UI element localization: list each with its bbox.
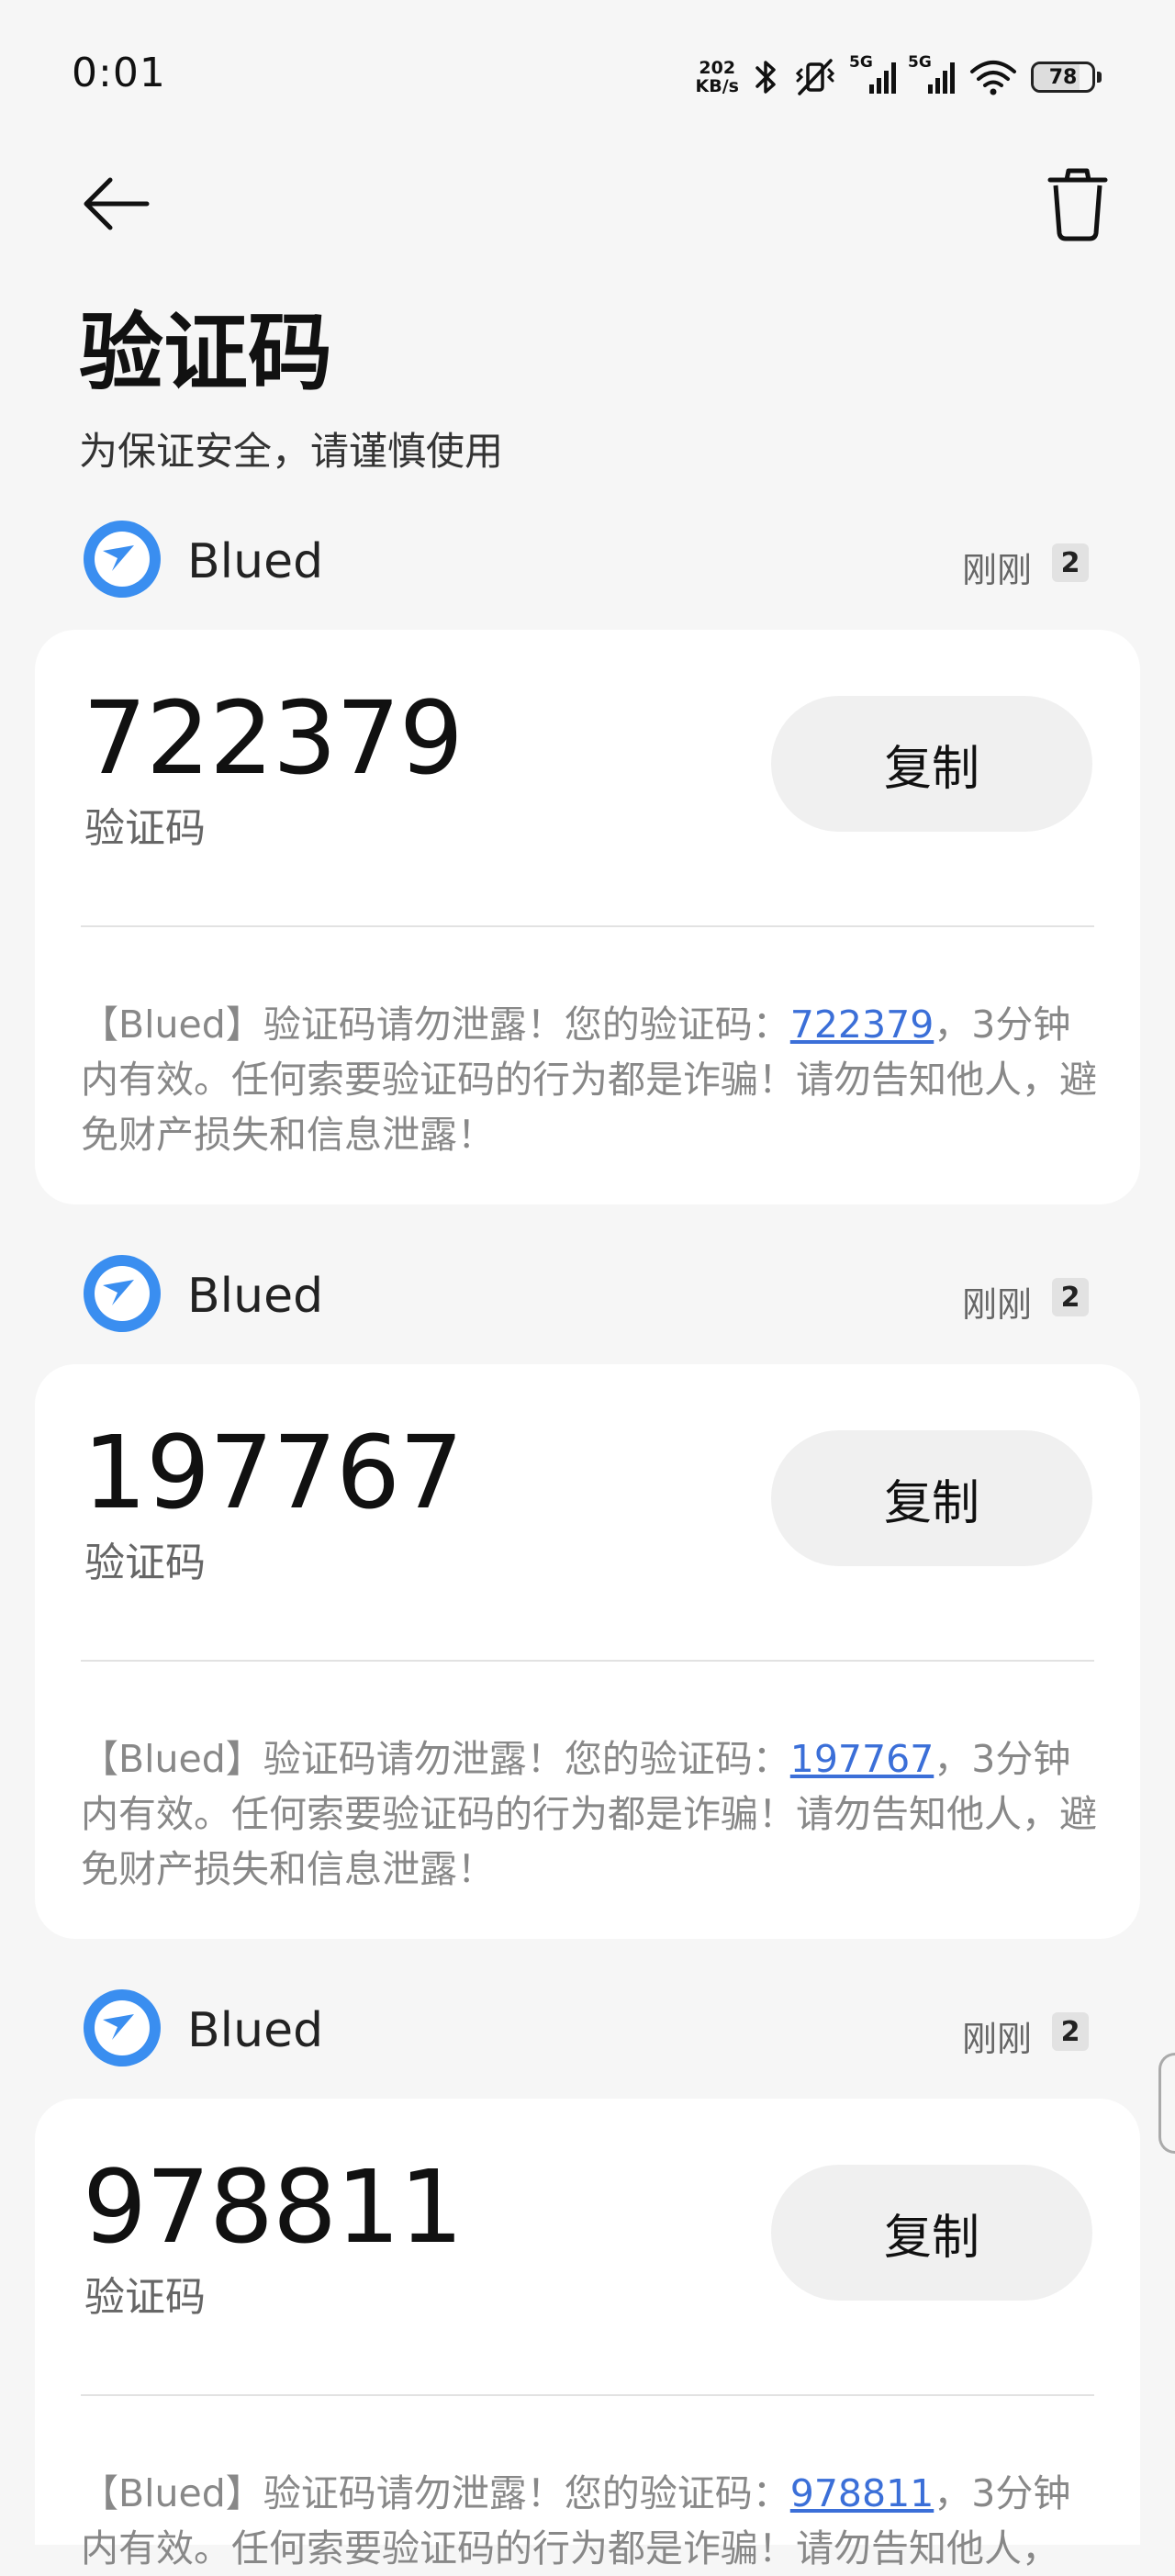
status-time: 0:01 xyxy=(72,50,166,96)
message-text-prefix: 【Blued】验证码请勿泄露！您的验证码： xyxy=(81,1002,790,1047)
divider xyxy=(81,1660,1094,1662)
battery-body: 78 xyxy=(1031,62,1095,93)
edge-scroll-handle[interactable] xyxy=(1158,2053,1175,2154)
status-bar: 0:01 202 KB/s 5G 5G 78 xyxy=(0,0,1175,156)
code-link[interactable]: 978811 xyxy=(790,2471,934,2515)
network-speed: 202 KB/s xyxy=(696,59,739,95)
sender-row: Blued 刚刚 2 xyxy=(0,1981,1175,2073)
code-link[interactable]: 197767 xyxy=(790,1737,934,1781)
battery-level: 78 xyxy=(1048,65,1078,89)
blued-logo-icon xyxy=(84,1989,161,2066)
sender-name: Blued xyxy=(187,534,324,589)
page-title: 验证码 xyxy=(79,304,333,402)
sender-time: 刚刚 xyxy=(961,1284,1032,1325)
signal-2: 5G xyxy=(908,53,956,95)
battery-icon: 78 xyxy=(1031,62,1102,93)
message-count-badge: 2 xyxy=(1052,2012,1089,2051)
code-link[interactable]: 722379 xyxy=(790,1002,934,1047)
message-text: 【Blued】验证码请勿泄露！您的验证码：722379，3分钟内有效。任何索要验… xyxy=(81,997,1100,1162)
divider xyxy=(81,925,1094,927)
sender-row: Blued 刚刚 2 xyxy=(0,1247,1175,1338)
delete-button[interactable] xyxy=(1041,165,1114,242)
code-card: 722379 验证码 复制 【Blued】验证码请勿泄露！您的验证码：72237… xyxy=(35,630,1140,1204)
bluetooth-icon xyxy=(755,61,776,94)
code-label: 验证码 xyxy=(84,2274,206,2321)
message-count-badge: 2 xyxy=(1052,1278,1089,1316)
blued-logo-icon xyxy=(84,1255,161,1332)
mute-vibrate-icon xyxy=(795,59,835,95)
divider xyxy=(81,2394,1094,2396)
signal-2-label: 5G xyxy=(908,53,932,72)
message-text: 【Blued】验证码请勿泄露！您的验证码：197767，3分钟内有效。任何索要验… xyxy=(81,1731,1100,1897)
message-count-badge: 2 xyxy=(1052,543,1089,582)
copy-button[interactable]: 复制 xyxy=(771,1430,1092,1566)
network-speed-value: 202 xyxy=(699,58,736,78)
message-text-prefix: 【Blued】验证码请勿泄露！您的验证码： xyxy=(81,1737,790,1781)
page-subtitle: 为保证安全，请谨慎使用 xyxy=(79,429,504,474)
code-label: 验证码 xyxy=(84,1540,206,1586)
sender-time: 刚刚 xyxy=(961,2019,1032,2059)
sender-name: Blued xyxy=(187,2003,324,2058)
message-text: 【Blued】验证码请勿泄露！您的验证码：978811，3分钟内有效。任何索要验… xyxy=(81,2466,1100,2576)
sender-time: 刚刚 xyxy=(961,550,1032,590)
status-icons: 202 KB/s 5G 5G 78 xyxy=(696,53,1102,99)
code-label: 验证码 xyxy=(84,805,206,852)
verification-code: 978811 xyxy=(83,2148,464,2266)
network-speed-unit: KB/s xyxy=(695,76,739,96)
copy-button[interactable]: 复制 xyxy=(771,2165,1092,2301)
signal-1: 5G xyxy=(849,53,897,95)
trash-icon xyxy=(1047,168,1108,241)
code-card: 978811 验证码 复制 【Blued】验证码请勿泄露！您的验证码：97881… xyxy=(35,2099,1140,2570)
wifi-icon xyxy=(970,61,1016,95)
blued-logo-icon xyxy=(84,521,161,598)
sender-row: Blued 刚刚 2 xyxy=(0,512,1175,604)
back-button[interactable] xyxy=(79,171,152,235)
verification-code: 722379 xyxy=(83,679,464,797)
back-arrow-icon xyxy=(84,177,150,230)
message-text-prefix: 【Blued】验证码请勿泄露！您的验证码： xyxy=(81,2471,790,2515)
battery-tip xyxy=(1097,72,1102,83)
sender-name: Blued xyxy=(187,1269,324,1324)
signal-1-label: 5G xyxy=(849,53,873,72)
copy-button[interactable]: 复制 xyxy=(771,696,1092,832)
code-card: 197767 验证码 复制 【Blued】验证码请勿泄露！您的验证码：19776… xyxy=(35,1364,1140,1939)
verification-code: 197767 xyxy=(83,1414,464,1531)
